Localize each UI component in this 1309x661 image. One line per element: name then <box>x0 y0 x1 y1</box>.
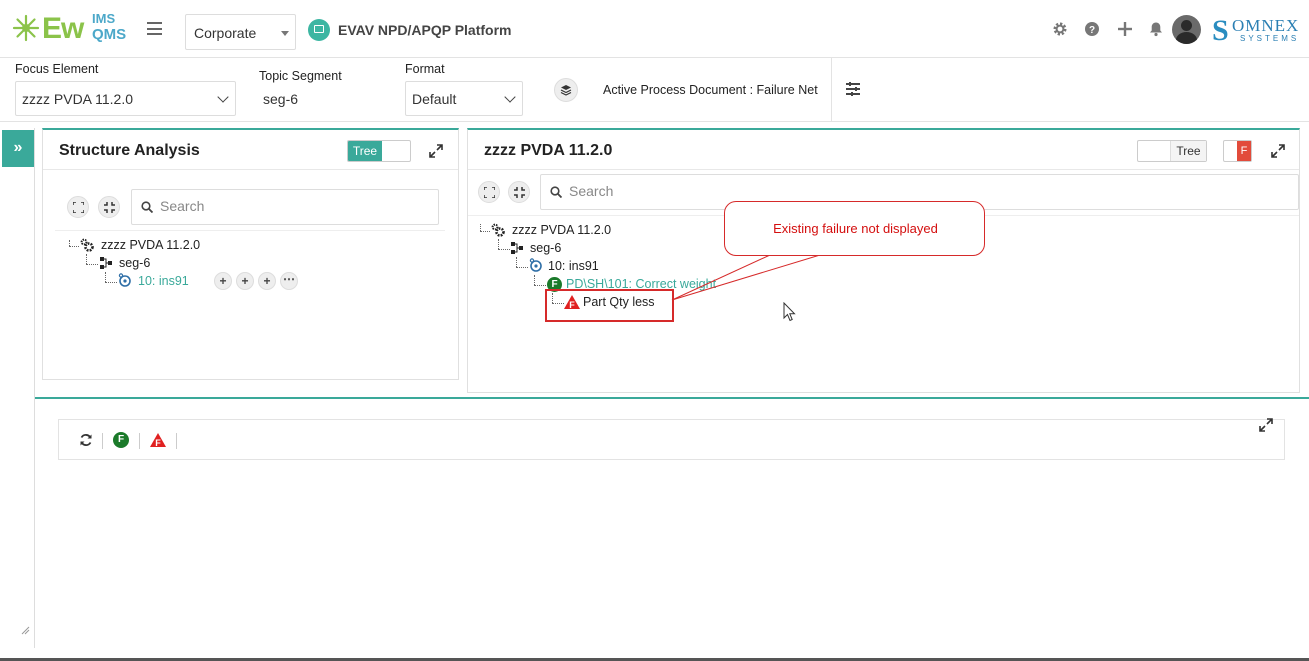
gears-icon <box>80 238 94 252</box>
focus-element-value: zzzz PVDA 11.2.0 <box>22 91 134 107</box>
filter-bar: Focus Element zzzz PVDA 11.2.0 Topic Seg… <box>0 58 1309 122</box>
failure-filter-label: F <box>1237 141 1251 161</box>
divider <box>468 169 1299 170</box>
gear-icon[interactable] <box>1052 21 1068 37</box>
search-input[interactable] <box>569 183 769 199</box>
company-select-value: Corporate <box>194 25 257 41</box>
mouse-cursor-icon <box>783 302 796 322</box>
omnex-s-mark: S <box>1212 14 1229 47</box>
tree-node-process[interactable]: 10: ins91 <box>548 259 599 273</box>
search-input[interactable] <box>160 198 360 214</box>
top-bar: Ew IMS QMS Corporate EVAV NPD/APQP Platf… <box>0 0 1309 58</box>
ewqms-logo[interactable]: Ew IMS QMS <box>12 10 132 48</box>
failure-net-panel: zzzz PVDA 11.2.0 Tree F zzzz PVDA 11.2.0… <box>467 128 1300 393</box>
segment-icon <box>100 257 112 269</box>
tree-node-segment[interactable]: seg-6 <box>530 241 561 255</box>
add-function-icon[interactable]: F <box>113 432 129 448</box>
omnex-name: OMNEX <box>1232 16 1300 35</box>
collapse-all-button[interactable] <box>98 196 120 218</box>
format-value: Default <box>412 91 457 107</box>
more-options-button[interactable]: ⋯ <box>280 272 298 290</box>
chevron-down-icon <box>217 91 229 103</box>
structure-analysis-panel: Structure Analysis Tree zzzz PVDA 11.2.0… <box>42 128 459 380</box>
expand-icon[interactable] <box>1271 144 1285 158</box>
left-rail <box>0 128 35 648</box>
segment-icon <box>511 242 523 254</box>
search-icon <box>141 201 153 213</box>
collapse-all-icon <box>514 187 525 198</box>
expand-all-button[interactable] <box>67 196 89 218</box>
plus-icon[interactable] <box>1117 21 1133 37</box>
omnex-subtitle: SYSTEMS <box>1240 34 1300 43</box>
tree-toggle-label: Tree <box>348 141 382 161</box>
divider <box>831 58 832 122</box>
logo-ims: IMS <box>92 11 116 26</box>
omnex-logo: S OMNEX SYSTEMS <box>1210 14 1302 47</box>
focus-element-select[interactable]: zzzz PVDA 11.2.0 <box>15 81 236 116</box>
user-avatar[interactable] <box>1172 15 1201 44</box>
monitor-icon <box>308 19 330 41</box>
section-divider <box>35 397 1309 399</box>
expand-sidebar-button[interactable]: » <box>2 130 34 167</box>
bell-icon[interactable] <box>1148 21 1164 37</box>
format-select[interactable]: Default <box>405 81 523 116</box>
sliders-icon[interactable] <box>846 82 860 96</box>
expand-all-icon <box>73 202 84 213</box>
collapse-all-icon <box>104 202 115 213</box>
add-failure-icon[interactable]: F <box>149 432 167 448</box>
tree-node-root[interactable]: zzzz PVDA 11.2.0 <box>101 238 200 252</box>
caret-down-icon <box>281 31 289 36</box>
expand-all-button[interactable] <box>478 181 500 203</box>
divider <box>55 230 445 231</box>
company-select[interactable]: Corporate <box>185 14 296 50</box>
logo-qms: QMS <box>92 26 127 43</box>
platform-title[interactable]: EVAV NPD/APQP Platform <box>338 22 511 38</box>
add-function-button[interactable]: + <box>236 272 254 290</box>
panel-title: Structure Analysis <box>59 142 200 159</box>
help-icon[interactable]: ? <box>1084 21 1100 37</box>
active-process-document: Active Process Document : Failure Net <box>603 83 818 97</box>
tree-toggle-label: Tree <box>1170 141 1206 161</box>
tree-node-process[interactable]: 10: ins91 <box>138 274 189 288</box>
process-step-icon <box>118 273 131 287</box>
refresh-icon[interactable] <box>79 433 93 447</box>
add-child-button[interactable]: + <box>214 272 232 290</box>
expand-all-icon <box>484 187 495 198</box>
layers-icon <box>560 85 572 96</box>
annotation-text: Existing failure not displayed <box>773 221 938 236</box>
tree-node-root[interactable]: zzzz PVDA 11.2.0 <box>512 223 611 237</box>
structure-search[interactable] <box>131 189 439 225</box>
divider <box>43 169 458 170</box>
menu-icon[interactable] <box>147 22 162 35</box>
add-failure-button[interactable]: + <box>258 272 276 290</box>
sun-logo-icon <box>12 14 40 42</box>
search-icon <box>550 186 562 198</box>
annotation-highlight-box <box>545 289 674 322</box>
collapse-all-button[interactable] <box>508 181 530 203</box>
bottom-toolbar: F F <box>58 418 1285 460</box>
focus-element-label: Focus Element <box>15 62 99 76</box>
resize-grip-icon[interactable] <box>20 625 30 635</box>
chevron-down-icon <box>504 91 516 103</box>
tree-node-segment[interactable]: seg-6 <box>119 256 150 270</box>
format-label: Format <box>405 62 445 76</box>
gears-icon <box>491 223 505 237</box>
logo-ew: Ew <box>42 12 84 45</box>
expand-icon[interactable] <box>429 144 443 158</box>
callout-pointer <box>671 254 821 301</box>
tree-toggle[interactable]: Tree <box>347 140 411 162</box>
process-step-icon <box>529 258 542 272</box>
svg-text:F: F <box>155 438 161 448</box>
svg-text:?: ? <box>1089 25 1095 36</box>
expand-icon[interactable] <box>1259 418 1273 432</box>
tree-toggle[interactable]: Tree <box>1137 140 1207 162</box>
topic-segment-value: seg-6 <box>263 91 299 107</box>
failure-filter-toggle[interactable]: F <box>1223 140 1252 162</box>
panel-title: zzzz PVDA 11.2.0 <box>484 142 613 159</box>
annotation-callout: Existing failure not displayed <box>724 201 985 256</box>
layers-button[interactable] <box>554 78 578 102</box>
topic-segment-label: Topic Segment <box>259 69 342 83</box>
